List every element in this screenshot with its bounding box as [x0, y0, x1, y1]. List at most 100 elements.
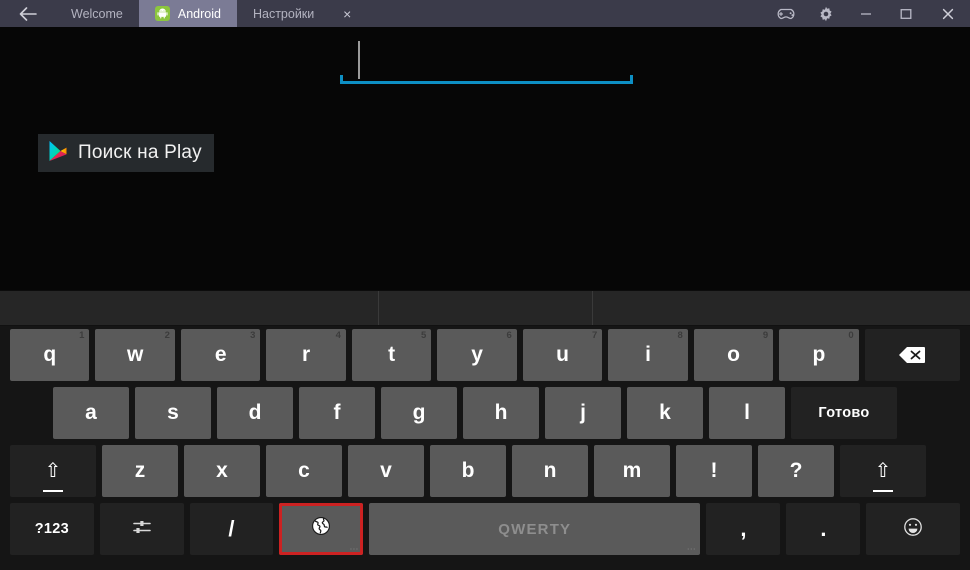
key-j[interactable]: j	[545, 387, 621, 439]
window-close-icon	[942, 8, 954, 19]
key-sup: 5	[421, 330, 427, 341]
key-e[interactable]: 3 e	[180, 329, 261, 381]
backspace-key[interactable]	[864, 329, 961, 381]
suggestion-slot[interactable]	[378, 291, 592, 325]
key-c[interactable]: c	[266, 445, 342, 497]
tab-settings[interactable]: Настройки	[237, 0, 330, 27]
window-close-button[interactable]	[926, 0, 970, 27]
keyboard-row-4: ?123 / ··· QWERTY ··· , .	[0, 500, 970, 558]
key-sup: 3	[250, 330, 256, 341]
search-underline-cap-right	[630, 75, 633, 84]
key-v[interactable]: v	[348, 445, 424, 497]
tab-label: Welcome	[71, 6, 123, 21]
slash-key[interactable]: /	[189, 503, 274, 555]
key-t[interactable]: 5 t	[351, 329, 432, 381]
tab-label: Android	[177, 6, 221, 21]
play-search-button[interactable]: Поиск на Play	[38, 134, 214, 172]
key-more-dots: ···	[687, 547, 697, 553]
minimize-icon	[861, 12, 871, 15]
key-b[interactable]: b	[430, 445, 506, 497]
space-key[interactable]: QWERTY ···	[369, 503, 701, 555]
key-h[interactable]: h	[463, 387, 539, 439]
key-sup: 0	[848, 330, 854, 341]
comma-key[interactable]: ,	[706, 503, 781, 555]
smiley-icon	[903, 517, 923, 541]
back-button[interactable]	[0, 0, 55, 27]
done-key[interactable]: Готово	[791, 387, 897, 439]
key-i[interactable]: 8 i	[608, 329, 688, 381]
keyboard-row-2: a s d f g h j k l Готово	[0, 384, 970, 442]
emoji-key[interactable]	[866, 503, 960, 555]
android-screen: Поиск на Play	[0, 27, 970, 290]
key-g[interactable]: g	[381, 387, 457, 439]
shift-icon: ⇧	[874, 460, 892, 482]
key-s[interactable]: s	[135, 387, 211, 439]
key-r[interactable]: 4 r	[266, 329, 346, 381]
maximize-button[interactable]	[886, 0, 926, 27]
slash-key-label: /	[228, 516, 235, 541]
key-sup: 6	[506, 330, 512, 341]
titlebar-spacer	[364, 0, 766, 27]
key-a[interactable]: a	[53, 387, 129, 439]
key-m[interactable]: m	[594, 445, 670, 497]
search-input[interactable]	[340, 39, 633, 84]
key-sup: 8	[677, 330, 683, 341]
key-sup: 7	[591, 330, 598, 341]
key-label: u	[556, 343, 569, 366]
maximize-icon	[900, 8, 912, 19]
suggestion-slot[interactable]	[592, 291, 970, 325]
globe-icon	[311, 516, 331, 542]
android-robot-icon	[154, 6, 170, 21]
keyboard-row-3: ⇧ z x c v b n m ! ? ⇧	[0, 442, 970, 500]
key-l[interactable]: l	[709, 387, 785, 439]
title-bar: Welcome Android Настройки ×	[0, 0, 970, 27]
key-y[interactable]: 6 y	[437, 329, 517, 381]
gamepad-icon	[777, 8, 795, 19]
key-o[interactable]: 9 o	[693, 329, 774, 381]
key-u[interactable]: 7 u	[522, 329, 603, 381]
minimize-button[interactable]	[846, 0, 886, 27]
key-f[interactable]: f	[299, 387, 375, 439]
shift-underline	[43, 490, 63, 492]
key-d[interactable]: d	[217, 387, 293, 439]
key-w[interactable]: 2 w	[95, 329, 175, 381]
tab-welcome[interactable]: Welcome	[55, 0, 139, 27]
key-label: o	[727, 343, 740, 366]
key-k[interactable]: k	[627, 387, 703, 439]
key-sup: 9	[762, 330, 769, 341]
close-tab-button[interactable]: ×	[330, 0, 364, 27]
key-p[interactable]: 0 p	[779, 329, 859, 381]
key-x[interactable]: x	[184, 445, 260, 497]
shift-key-right[interactable]: ⇧	[840, 445, 926, 497]
key-sup: 1	[79, 330, 85, 341]
keyboard-settings-key[interactable]	[99, 503, 184, 555]
key-z[interactable]: z	[102, 445, 178, 497]
emulator-window: Welcome Android Настройки × Поиск на Pla…	[0, 0, 970, 570]
tab-android[interactable]: Android	[138, 0, 237, 27]
done-key-label: Готово	[818, 405, 870, 421]
shift-key-left[interactable]: ⇧	[10, 445, 96, 497]
key-label: e	[214, 343, 227, 366]
key-question[interactable]: ?	[758, 445, 834, 497]
settings-button[interactable]	[806, 0, 846, 27]
shift-underline	[873, 490, 893, 492]
language-switch-key[interactable]: ···	[279, 503, 364, 555]
period-key[interactable]: .	[786, 503, 861, 555]
gamepad-button[interactable]	[766, 0, 806, 27]
key-more-dots: ···	[350, 547, 360, 553]
text-caret	[358, 41, 360, 79]
symbols-key[interactable]: ?123	[10, 503, 94, 555]
keyboard-row-1: 1 q 2 w 3 e 4 r 5 t 6 y 7 u 8 i 9 o 0 p	[0, 326, 970, 384]
key-n[interactable]: n	[512, 445, 588, 497]
arrow-left-icon	[19, 6, 37, 21]
symbols-key-label: ?123	[34, 521, 70, 537]
key-exclamation[interactable]: !	[676, 445, 752, 497]
backspace-icon	[898, 346, 926, 364]
key-q[interactable]: 1 q	[10, 329, 90, 381]
key-label: t	[388, 343, 396, 366]
comma-key-label: ,	[740, 516, 747, 541]
suggestion-strip	[0, 290, 970, 326]
sliders-icon	[132, 518, 152, 540]
suggestion-slot[interactable]	[0, 291, 378, 325]
google-play-icon	[48, 140, 68, 167]
